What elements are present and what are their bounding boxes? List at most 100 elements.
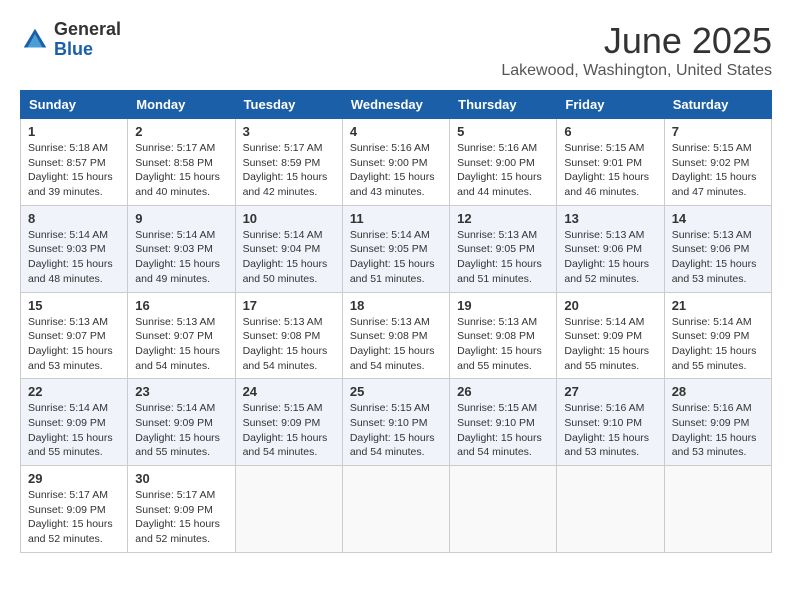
page-subtitle: Lakewood, Washington, United States	[501, 62, 772, 80]
calendar-cell: 30 Sunrise: 5:17 AM Sunset: 9:09 PM Dayl…	[128, 466, 235, 553]
sunset-label: Sunset: 9:09 PM	[135, 504, 213, 516]
calendar-week-row: 1 Sunrise: 5:18 AM Sunset: 8:57 PM Dayli…	[21, 119, 772, 206]
sunset-label: Sunset: 8:58 PM	[135, 157, 213, 169]
day-info: Sunrise: 5:14 AM Sunset: 9:04 PM Dayligh…	[243, 228, 335, 287]
day-number: 28	[672, 384, 764, 399]
calendar-cell: 12 Sunrise: 5:13 AM Sunset: 9:05 PM Dayl…	[450, 205, 557, 292]
calendar-cell: 29 Sunrise: 5:17 AM Sunset: 9:09 PM Dayl…	[21, 466, 128, 553]
sunrise-label: Sunrise: 5:16 AM	[564, 402, 644, 414]
day-number: 6	[564, 124, 656, 139]
day-info: Sunrise: 5:15 AM Sunset: 9:02 PM Dayligh…	[672, 141, 764, 200]
header: General Blue June 2025 Lakewood, Washing…	[20, 20, 772, 80]
day-info: Sunrise: 5:16 AM Sunset: 9:00 PM Dayligh…	[457, 141, 549, 200]
sunset-label: Sunset: 9:08 PM	[243, 330, 321, 342]
calendar-cell	[664, 466, 771, 553]
calendar-cell	[342, 466, 449, 553]
day-info: Sunrise: 5:13 AM Sunset: 9:05 PM Dayligh…	[457, 228, 549, 287]
calendar-cell: 14 Sunrise: 5:13 AM Sunset: 9:06 PM Dayl…	[664, 205, 771, 292]
day-info: Sunrise: 5:15 AM Sunset: 9:01 PM Dayligh…	[564, 141, 656, 200]
day-number: 11	[350, 211, 442, 226]
calendar-cell: 27 Sunrise: 5:16 AM Sunset: 9:10 PM Dayl…	[557, 379, 664, 466]
sunrise-label: Sunrise: 5:14 AM	[672, 316, 752, 328]
calendar-cell: 9 Sunrise: 5:14 AM Sunset: 9:03 PM Dayli…	[128, 205, 235, 292]
daylight-label: Daylight: 15 hours and 54 minutes.	[350, 345, 435, 372]
day-number: 18	[350, 298, 442, 313]
calendar-cell: 18 Sunrise: 5:13 AM Sunset: 9:08 PM Dayl…	[342, 292, 449, 379]
sunrise-label: Sunrise: 5:16 AM	[457, 142, 537, 154]
sunset-label: Sunset: 9:02 PM	[672, 157, 750, 169]
day-info: Sunrise: 5:15 AM Sunset: 9:09 PM Dayligh…	[243, 401, 335, 460]
day-number: 7	[672, 124, 764, 139]
daylight-label: Daylight: 15 hours and 53 minutes.	[564, 432, 649, 459]
daylight-label: Daylight: 15 hours and 52 minutes.	[135, 518, 220, 545]
daylight-label: Daylight: 15 hours and 50 minutes.	[243, 258, 328, 285]
daylight-label: Daylight: 15 hours and 43 minutes.	[350, 171, 435, 198]
header-saturday: Saturday	[664, 91, 771, 119]
sunset-label: Sunset: 9:09 PM	[672, 417, 750, 429]
sunset-label: Sunset: 8:59 PM	[243, 157, 321, 169]
sunset-label: Sunset: 9:05 PM	[350, 243, 428, 255]
day-number: 12	[457, 211, 549, 226]
calendar-cell: 1 Sunrise: 5:18 AM Sunset: 8:57 PM Dayli…	[21, 119, 128, 206]
day-number: 23	[135, 384, 227, 399]
calendar-cell	[450, 466, 557, 553]
logo-general-text: General	[54, 20, 121, 40]
day-info: Sunrise: 5:16 AM Sunset: 9:09 PM Dayligh…	[672, 401, 764, 460]
daylight-label: Daylight: 15 hours and 55 minutes.	[28, 432, 113, 459]
sunset-label: Sunset: 9:09 PM	[672, 330, 750, 342]
daylight-label: Daylight: 15 hours and 52 minutes.	[28, 518, 113, 545]
sunset-label: Sunset: 9:07 PM	[28, 330, 106, 342]
sunset-label: Sunset: 9:07 PM	[135, 330, 213, 342]
day-info: Sunrise: 5:13 AM Sunset: 9:08 PM Dayligh…	[457, 315, 549, 374]
sunrise-label: Sunrise: 5:14 AM	[564, 316, 644, 328]
daylight-label: Daylight: 15 hours and 55 minutes.	[564, 345, 649, 372]
sunrise-label: Sunrise: 5:17 AM	[243, 142, 323, 154]
day-number: 9	[135, 211, 227, 226]
daylight-label: Daylight: 15 hours and 55 minutes.	[672, 345, 757, 372]
day-number: 27	[564, 384, 656, 399]
calendar-cell	[557, 466, 664, 553]
day-number: 30	[135, 471, 227, 486]
calendar-cell: 3 Sunrise: 5:17 AM Sunset: 8:59 PM Dayli…	[235, 119, 342, 206]
sunrise-label: Sunrise: 5:18 AM	[28, 142, 108, 154]
calendar-cell: 25 Sunrise: 5:15 AM Sunset: 9:10 PM Dayl…	[342, 379, 449, 466]
calendar-cell: 4 Sunrise: 5:16 AM Sunset: 9:00 PM Dayli…	[342, 119, 449, 206]
day-info: Sunrise: 5:18 AM Sunset: 8:57 PM Dayligh…	[28, 141, 120, 200]
sunset-label: Sunset: 9:01 PM	[564, 157, 642, 169]
day-number: 24	[243, 384, 335, 399]
day-number: 14	[672, 211, 764, 226]
daylight-label: Daylight: 15 hours and 54 minutes.	[243, 432, 328, 459]
sunrise-label: Sunrise: 5:15 AM	[243, 402, 323, 414]
day-info: Sunrise: 5:17 AM Sunset: 9:09 PM Dayligh…	[135, 488, 227, 547]
calendar-cell: 21 Sunrise: 5:14 AM Sunset: 9:09 PM Dayl…	[664, 292, 771, 379]
header-friday: Friday	[557, 91, 664, 119]
day-info: Sunrise: 5:13 AM Sunset: 9:06 PM Dayligh…	[564, 228, 656, 287]
calendar-cell: 20 Sunrise: 5:14 AM Sunset: 9:09 PM Dayl…	[557, 292, 664, 379]
title-area: June 2025 Lakewood, Washington, United S…	[501, 20, 772, 80]
calendar-cell: 23 Sunrise: 5:14 AM Sunset: 9:09 PM Dayl…	[128, 379, 235, 466]
calendar-cell: 19 Sunrise: 5:13 AM Sunset: 9:08 PM Dayl…	[450, 292, 557, 379]
calendar-cell	[235, 466, 342, 553]
day-number: 15	[28, 298, 120, 313]
daylight-label: Daylight: 15 hours and 53 minutes.	[672, 432, 757, 459]
sunset-label: Sunset: 9:05 PM	[457, 243, 535, 255]
day-number: 1	[28, 124, 120, 139]
daylight-label: Daylight: 15 hours and 54 minutes.	[243, 345, 328, 372]
calendar-cell: 24 Sunrise: 5:15 AM Sunset: 9:09 PM Dayl…	[235, 379, 342, 466]
calendar-cell: 2 Sunrise: 5:17 AM Sunset: 8:58 PM Dayli…	[128, 119, 235, 206]
sunset-label: Sunset: 9:09 PM	[28, 417, 106, 429]
calendar-cell: 10 Sunrise: 5:14 AM Sunset: 9:04 PM Dayl…	[235, 205, 342, 292]
day-number: 19	[457, 298, 549, 313]
day-number: 20	[564, 298, 656, 313]
header-sunday: Sunday	[21, 91, 128, 119]
calendar-cell: 16 Sunrise: 5:13 AM Sunset: 9:07 PM Dayl…	[128, 292, 235, 379]
day-number: 16	[135, 298, 227, 313]
calendar-cell: 28 Sunrise: 5:16 AM Sunset: 9:09 PM Dayl…	[664, 379, 771, 466]
day-info: Sunrise: 5:17 AM Sunset: 8:59 PM Dayligh…	[243, 141, 335, 200]
daylight-label: Daylight: 15 hours and 55 minutes.	[135, 432, 220, 459]
calendar-header-row: SundayMondayTuesdayWednesdayThursdayFrid…	[21, 91, 772, 119]
day-number: 4	[350, 124, 442, 139]
day-info: Sunrise: 5:13 AM Sunset: 9:08 PM Dayligh…	[243, 315, 335, 374]
daylight-label: Daylight: 15 hours and 51 minutes.	[350, 258, 435, 285]
day-number: 5	[457, 124, 549, 139]
